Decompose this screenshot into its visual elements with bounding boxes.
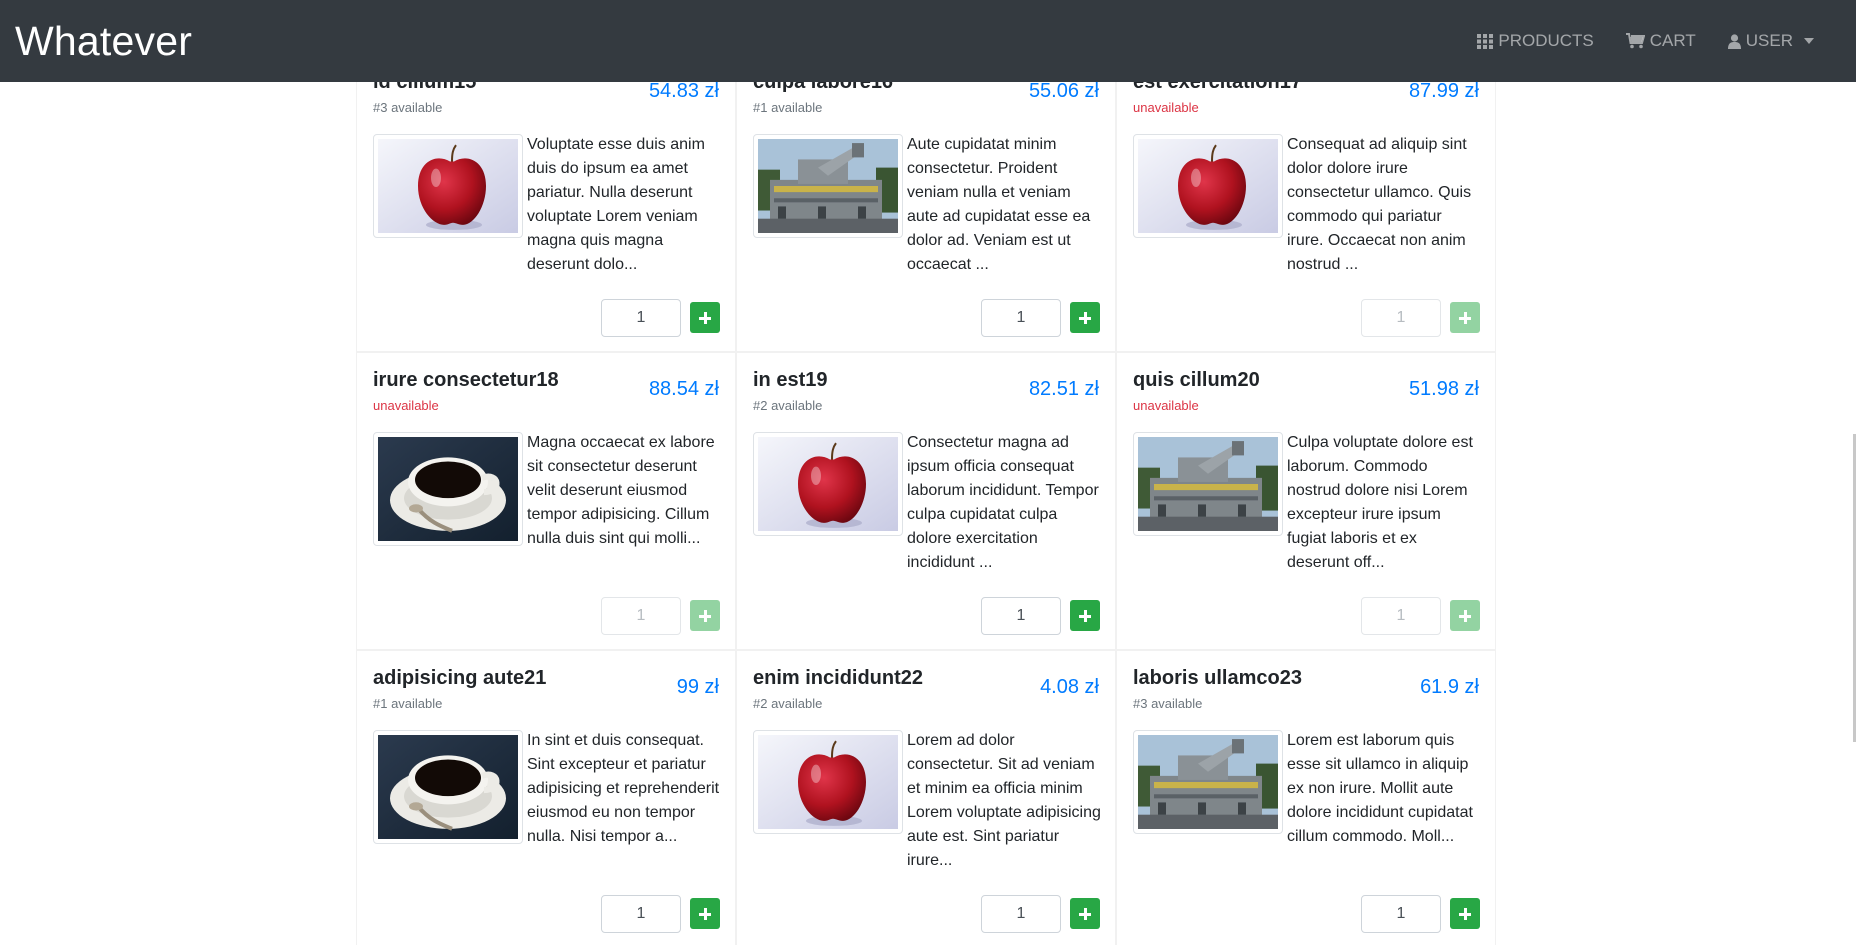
quantity-input[interactable]: 1 (601, 597, 681, 635)
product-title: adipisicing aute21 (373, 667, 547, 689)
nav-user-label: USER (1745, 31, 1793, 50)
product-card-8: enim incididunt22 4.08 zł #2 available L… (736, 650, 1116, 945)
product-card-3: est exercitation17 87.99 zł unavailable … (1116, 54, 1496, 352)
plus-icon (1459, 311, 1471, 324)
product-title: laboris ullamco23 (1133, 667, 1302, 689)
product-title: quis cillum20 (1133, 369, 1260, 391)
product-description: Lorem ad dolor consectetur. Sit ad venia… (907, 732, 1101, 869)
product-price: 88.54 zł (648, 378, 719, 400)
product-price: 51.98 zł (1408, 378, 1479, 400)
availability-label: unavailable (1133, 100, 1199, 115)
product-title: enim incididunt22 (753, 667, 924, 689)
add-to-cart-button[interactable] (690, 898, 720, 929)
plus-icon (699, 907, 711, 920)
user-icon (1727, 33, 1741, 49)
product-image-machine (1133, 730, 1283, 834)
product-image-apple (753, 432, 903, 536)
navbar: Whatever PRODUCTS CART USER (0, 0, 1856, 82)
product-card-7: adipisicing aute21 99 zł #1 available In… (356, 650, 736, 945)
product-description: Voluptate esse duis anim duis do ipsum e… (527, 136, 705, 273)
availability-label: #2 available (753, 398, 823, 413)
nav-cart-link[interactable]: CART (1625, 31, 1696, 51)
nav-cart-label: CART (1649, 31, 1696, 50)
add-to-cart-button[interactable] (690, 302, 720, 333)
product-price: 4.08 zł (1040, 676, 1099, 698)
plus-icon (1079, 311, 1091, 324)
quantity-input[interactable]: 1 (601, 895, 681, 933)
product-image-coffee (373, 730, 523, 844)
nav-products-link[interactable]: PRODUCTS (1477, 31, 1594, 51)
plus-icon (699, 609, 711, 622)
product-image-apple (373, 134, 523, 238)
plus-icon (699, 311, 711, 324)
quantity-input[interactable]: 1 (601, 299, 681, 337)
product-card-2: culpa labore16 55.06 zł #1 available Aut… (736, 54, 1116, 352)
availability-label: unavailable (1133, 398, 1199, 413)
quantity-input[interactable]: 1 (1361, 895, 1441, 933)
add-to-cart-button[interactable] (1450, 898, 1480, 929)
quantity-input[interactable]: 1 (1361, 597, 1441, 635)
plus-icon (1079, 609, 1091, 622)
product-description: Aute cupidatat minim consectetur. Proide… (907, 136, 1091, 273)
add-to-cart-button[interactable] (1450, 600, 1480, 631)
add-to-cart-button[interactable] (1070, 898, 1100, 929)
product-description: Culpa voluptate dolore est laborum. Comm… (1287, 434, 1473, 571)
availability-label: #1 available (373, 696, 443, 711)
product-card-9: laboris ullamco23 61.9 zł #3 available L… (1116, 650, 1496, 945)
product-price: 87.99 zł (1408, 80, 1479, 102)
chevron-down-icon (1804, 38, 1814, 44)
product-card-1: id cillum15 54.83 zł #3 available Volupt… (356, 54, 736, 352)
cart-icon (1625, 33, 1645, 49)
brand-logo[interactable]: Whatever (15, 18, 192, 65)
grid-icon (1477, 33, 1494, 49)
plus-icon (1079, 907, 1091, 920)
product-price: 99 zł (676, 676, 719, 698)
add-to-cart-button[interactable] (1450, 302, 1480, 333)
nav-user-dropdown[interactable]: USER (1727, 31, 1814, 51)
product-price: 61.9 zł (1420, 676, 1479, 698)
availability-label: #1 available (753, 100, 823, 115)
availability-label: #3 available (1133, 696, 1203, 711)
product-card-5: in est19 82.51 zł #2 available Consectet… (736, 352, 1116, 650)
nav-links: PRODUCTS CART USER (1477, 0, 1814, 82)
product-price: 82.51 zł (1028, 378, 1099, 400)
product-description: In sint et duis consequat. Sint excepteu… (527, 732, 720, 845)
add-to-cart-button[interactable] (1070, 600, 1100, 631)
product-description: Consectetur magna ad ipsum officia conse… (907, 434, 1099, 571)
add-to-cart-button[interactable] (1070, 302, 1100, 333)
product-title: irure consectetur18 (373, 369, 559, 391)
product-description: Lorem est laborum quis esse sit ullamco … (1287, 732, 1473, 845)
product-image-coffee (373, 432, 523, 546)
plus-icon (1459, 609, 1471, 622)
availability-label: #3 available (373, 100, 443, 115)
availability-label: #2 available (753, 696, 823, 711)
product-description: Magna occaecat ex labore sit consectetur… (527, 434, 715, 547)
product-image-apple (1133, 134, 1283, 238)
product-title: in est19 (753, 369, 828, 391)
quantity-input[interactable]: 1 (1361, 299, 1441, 337)
product-price: 55.06 zł (1028, 80, 1099, 102)
product-image-apple (753, 730, 903, 834)
quantity-input[interactable]: 1 (981, 299, 1061, 337)
quantity-input[interactable]: 1 (981, 895, 1061, 933)
product-image-machine (1133, 432, 1283, 536)
nav-products-label: PRODUCTS (1498, 31, 1594, 50)
add-to-cart-button[interactable] (690, 600, 720, 631)
product-image-machine (753, 134, 903, 238)
product-price: 54.83 zł (648, 80, 719, 102)
quantity-input[interactable]: 1 (981, 597, 1061, 635)
product-grid: id cillum15 54.83 zł #3 available Volupt… (356, 54, 1496, 945)
product-description: Consequat ad aliquip sint dolor dolore i… (1287, 136, 1472, 273)
availability-label: unavailable (373, 398, 439, 413)
plus-icon (1459, 907, 1471, 920)
product-card-4: irure consectetur18 88.54 zł unavailable… (356, 352, 736, 650)
product-card-6: quis cillum20 51.98 zł unavailable Culpa… (1116, 352, 1496, 650)
